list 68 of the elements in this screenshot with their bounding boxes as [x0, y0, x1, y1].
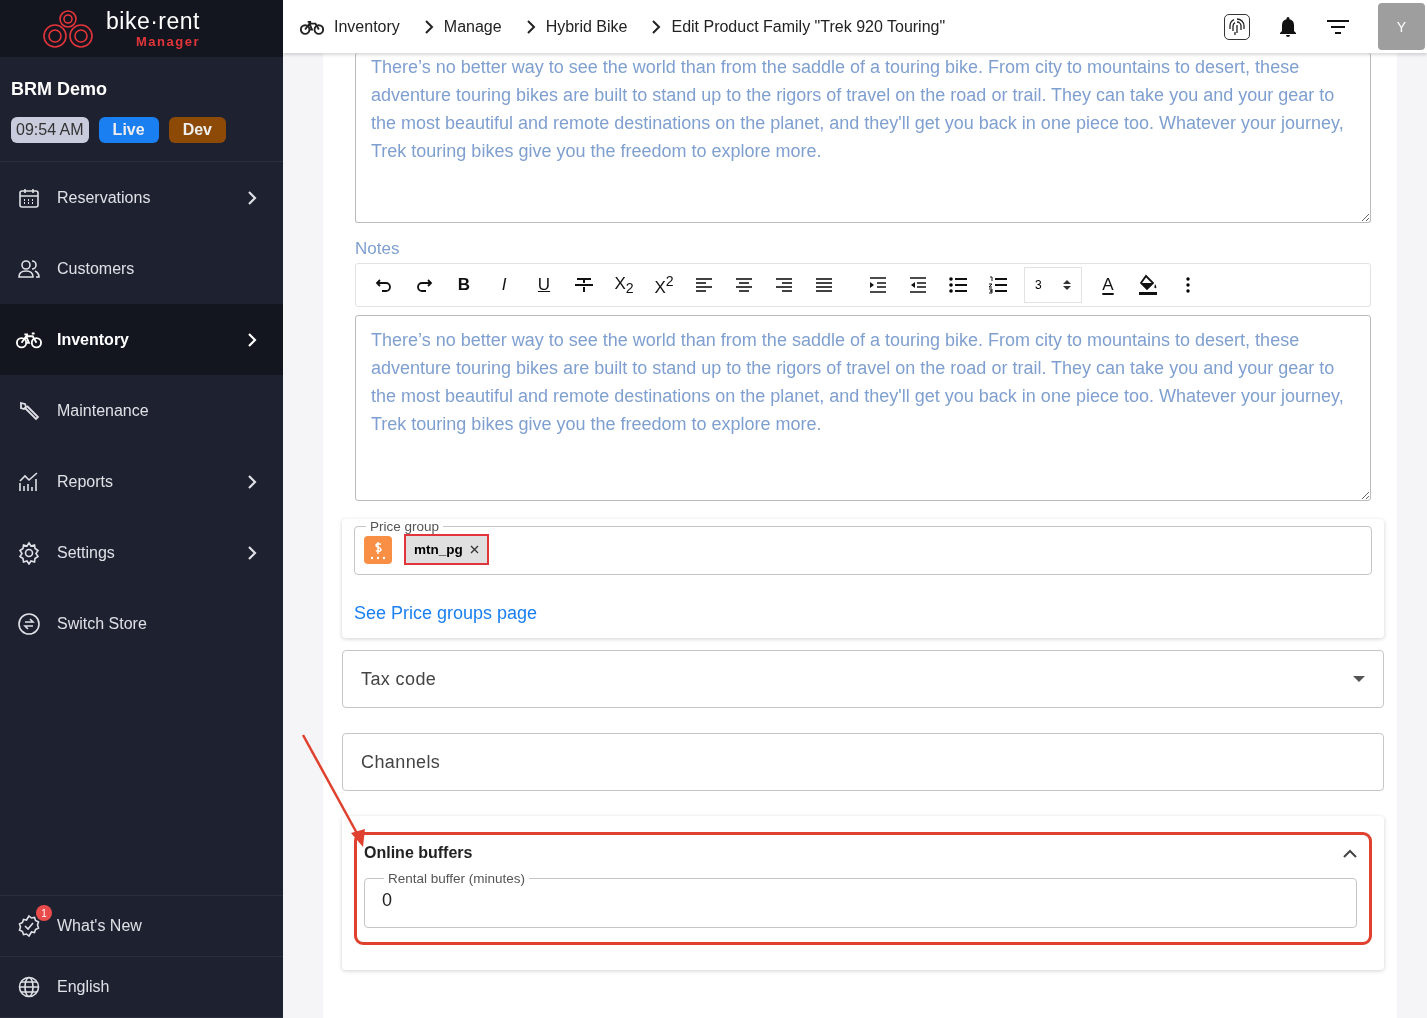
chevron-right-icon	[525, 19, 536, 34]
rental-buffer-field[interactable]: Rental buffer (minutes) 0	[364, 871, 1357, 928]
close-icon[interactable]	[469, 545, 479, 554]
chevron-right-icon	[423, 19, 434, 34]
price-group-field[interactable]: Price group mtn_pg	[354, 519, 1372, 575]
sidebar-item[interactable]: Reports	[0, 446, 283, 517]
fingerprint-button[interactable]	[1224, 13, 1250, 40]
breadcrumb-link[interactable]: Inventory	[334, 17, 400, 36]
time-badge: 09:54 AM	[11, 117, 89, 143]
text-align-icon	[814, 276, 834, 294]
price-tag-icon	[364, 535, 392, 564]
field-label: Rental buffer (minutes)	[387, 871, 527, 886]
fingerprint-icon	[1228, 16, 1246, 37]
sidebar-item[interactable]: Customers	[0, 233, 283, 304]
environment-badge: Live	[98, 117, 159, 143]
bell-icon[interactable]	[1278, 15, 1298, 38]
price-group-chip[interactable]: mtn_pg	[404, 534, 489, 565]
chevron-right-icon	[651, 19, 662, 34]
field-label: Price group	[369, 519, 441, 534]
sidebar-item[interactable]: 1 What's New	[0, 896, 283, 957]
sidebar-item[interactable]: Switch Store	[0, 588, 283, 659]
bulleted-list-icon	[948, 276, 968, 294]
script-button[interactable]: X$_{2}$	[604, 267, 644, 303]
breadcrumb-link[interactable]: Manage	[443, 17, 502, 36]
logo-icon	[42, 8, 94, 49]
indent-icon	[868, 276, 888, 294]
numbered-list-icon	[988, 276, 1008, 294]
strikethrough-icon	[574, 276, 594, 294]
italic-button[interactable]: I	[484, 267, 524, 303]
price-groups-link[interactable]: See Price groups page	[354, 603, 1372, 624]
store-name: BRM Demo	[11, 79, 108, 100]
text-align-icon	[774, 276, 794, 294]
brand-subtitle: Manager	[136, 34, 200, 48]
channels-field[interactable]: Channels	[342, 733, 1384, 791]
caret-icon	[1353, 676, 1365, 682]
breadcrumb-link[interactable]: Edit Product Family "Trek 920 Touring"	[671, 17, 946, 36]
text-color-button[interactable]: A	[1088, 267, 1128, 303]
redo-icon	[415, 277, 433, 293]
undo-icon	[375, 277, 393, 293]
chevron-icon	[1343, 848, 1357, 858]
circular-arrows-icon	[16, 611, 42, 636]
script-button[interactable]: X$^{2}$	[644, 267, 684, 303]
text-align-icon	[734, 276, 754, 294]
text-align-icon	[694, 276, 714, 294]
filter-icon[interactable]	[1326, 18, 1350, 35]
sidebar-item[interactable]: Reservations	[0, 162, 283, 233]
online-buffers-header[interactable]: Online buffers	[364, 835, 1357, 871]
description-field[interactable]: There’s no better way to see the world than from the saddle of a touring bike. From city to mountains to desert, these adventure touring bikes are built to stand up to the rigors of travel on the road or trail. They can take you and your gear to the most beautiful and remote destinations on the planet, and they'll get you back in one piece too. Whatever your journey, Trek touring bikes give you the freedom to explore more.	[355, 53, 1371, 223]
more-icon	[1186, 277, 1190, 293]
brand-name: bike·rent	[106, 9, 200, 33]
font-size-select[interactable]: 3	[1024, 267, 1082, 303]
tax-code-select[interactable]: Tax code	[342, 650, 1384, 708]
verified-badge-icon	[16, 914, 42, 938]
gear-icon	[16, 540, 42, 565]
environment-badge: Dev	[168, 117, 226, 143]
breadcrumb-link[interactable]: Hybrid Bike	[545, 17, 628, 36]
notification-count: 1	[36, 905, 52, 921]
sidebar-item[interactable]: Maintenance	[0, 375, 283, 446]
outdent-icon	[908, 276, 928, 294]
sidebar-item[interactable]: Settings	[0, 517, 283, 588]
notes-field[interactable]: There’s no better way to see the world than from the saddle of a touring bike. From city to mountains to desert, these adventure touring bikes are built to stand up to the rigors of travel on the road or trail. They can take you and your gear to the most beautiful and remote destinations on the planet, and they'll get you back in one piece too. Whatever your journey, Trek touring bikes give you the freedom to explore more.	[355, 315, 1371, 501]
sidebar-item[interactable]: Inventory	[0, 304, 283, 375]
up-down-arrows-icon	[1063, 279, 1071, 291]
paint-bucket-icon	[1138, 274, 1158, 296]
bold-button[interactable]: B	[444, 267, 484, 303]
globe-icon	[16, 975, 42, 999]
notes-label: Notes	[355, 239, 401, 259]
underline-button[interactable]: U	[524, 267, 564, 303]
